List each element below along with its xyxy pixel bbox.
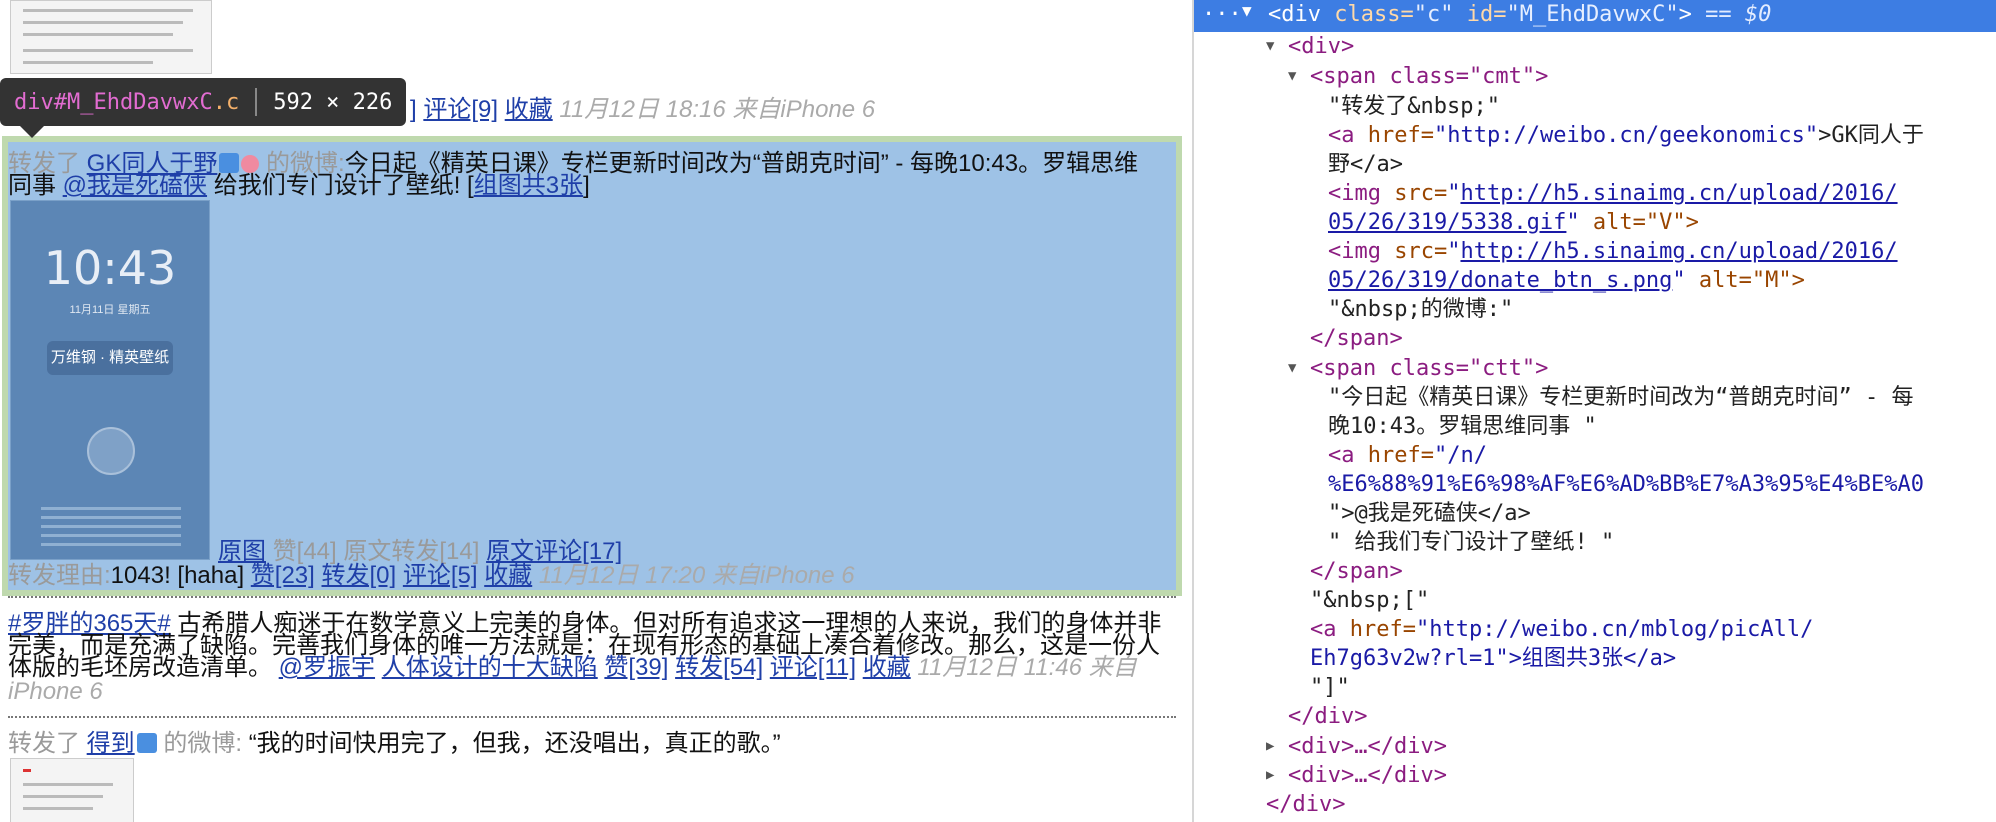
favorite-link[interactable]: 收藏	[484, 562, 532, 589]
post2-time-line: iPhone 6	[8, 678, 103, 706]
forward-prefix: 转发了	[8, 730, 80, 757]
dt-span-cmt[interactable]: <span class="cmt">	[1310, 62, 1548, 91]
tooltip-separator	[255, 88, 258, 116]
likes-count: 赞[44]	[272, 538, 337, 565]
user-link[interactable]: 得到	[87, 730, 135, 757]
dt-a-user-cont: 野</a>	[1328, 152, 1403, 177]
post-time: 11月12日 18:16 来自iPhone 6	[559, 96, 876, 123]
lock-text-lines	[41, 501, 181, 552]
dt-a-mention-cont: %E6%88%91%E6%98%AF%E6%AD%BB%E7%A3%95%E4%…	[1328, 472, 1925, 497]
verified-v-icon	[219, 153, 240, 173]
like-link[interactable]: 赞[23]	[251, 562, 315, 589]
post3-line1: 转发了 得到 的微博: “我的时间快用完了，但我，还没唱出，真正的歌。”	[8, 730, 781, 758]
post1-line2: 同事 @我是死磕侠 给我们专门设计了壁纸! [组图共3张]	[8, 172, 590, 200]
tooltip-tag: div	[14, 89, 54, 115]
devtools-elements-panel: ··· ▼ <div class="c" id="M_EhdDavwxC"> =…	[1192, 0, 1996, 822]
dt-div-collapsed-2[interactable]: <div>…</div>	[1288, 761, 1447, 790]
like-link[interactable]: 赞[39]	[604, 654, 668, 681]
dt-ctt-text3[interactable]: " 给我们专门设计了壁纸! "	[1328, 528, 1614, 557]
dt-div-close2[interactable]: </div>	[1266, 790, 1345, 819]
forward-link-partial[interactable]: ]	[410, 96, 417, 123]
dt-text-weibo[interactable]: "&nbsp;的微博:"	[1328, 295, 1513, 324]
selected-node-text: <div class="c" id="M_EhdDavwxC"> == $0	[1268, 2, 1772, 27]
post2-text-line3: 体版的毛坯房改造清单。	[8, 654, 272, 681]
favorite-link[interactable]: 收藏	[863, 654, 911, 681]
expand-triangle-icon[interactable]: ▼	[1242, 1, 1252, 20]
post3-image[interactable]	[10, 758, 134, 822]
expand-triangle-icon[interactable]: ▼	[1266, 38, 1274, 54]
post3-text: “我的时间快用完了，但我，还没唱出，真正的歌。”	[248, 730, 781, 757]
lock-date: 11月11日 星期五	[69, 304, 151, 316]
comment-link[interactable]: 评论[9]	[423, 96, 498, 123]
collapsed-triangle-icon[interactable]: ▶	[1266, 738, 1274, 754]
favorite-link[interactable]: 收藏	[505, 96, 553, 123]
dt-a-mention-text: ">@我是死磕侠</a>	[1328, 501, 1531, 526]
user-suffix: 的微博:	[163, 730, 243, 757]
dt-a-mention[interactable]: <a href="/n/	[1328, 441, 1487, 470]
dt-span-close[interactable]: </span>	[1310, 324, 1403, 353]
orig-forward-count: 原文转发[14]	[343, 538, 480, 565]
dt-a-album-cont: Eh7g63v2w?rl=1">组图共3张</a>	[1310, 646, 1677, 671]
original-pic-link[interactable]: 原图	[218, 538, 266, 565]
forward-link[interactable]: 转发[54]	[675, 654, 763, 681]
post1-text-line2a: 同事	[8, 172, 56, 199]
top-action-row: ] 评论[9] 收藏 11月12日 18:16 来自iPhone 6	[410, 96, 875, 124]
dt-div-open[interactable]: <div>	[1288, 32, 1354, 61]
dt-a-album[interactable]: <a href="http://weibo.cn/mblog/picAll/	[1310, 615, 1813, 644]
dt-img2[interactable]: <img src="http://h5.sinaimg.cn/upload/20…	[1328, 237, 1898, 266]
dt-img2-cont: 05/26/319/donate_btn_s.png" alt="M">	[1328, 268, 1805, 293]
orig-comment-link[interactable]: 原文评论[17]	[486, 538, 622, 565]
dt-img1[interactable]: <img src="http://h5.sinaimg.cn/upload/20…	[1328, 179, 1898, 208]
article-thumbnail[interactable]	[10, 0, 212, 74]
dt-a-user[interactable]: <a href="http://weibo.cn/geekonomics">GK…	[1328, 121, 1924, 150]
dt-img1-cont: 05/26/319/5338.gif" alt="V">	[1328, 210, 1699, 235]
dt-text-nbsp[interactable]: "&nbsp;["	[1310, 586, 1429, 615]
article-link[interactable]: 人体设计的十大缺陷	[382, 654, 598, 681]
dt-span-ctt[interactable]: <span class="ctt">	[1310, 354, 1548, 383]
dt-div-collapsed-1[interactable]: <div>…</div>	[1288, 732, 1447, 761]
album-close: ]	[583, 172, 590, 199]
post1-text-line2b: 给我们专门设计了壁纸! [	[213, 172, 474, 199]
post1-reason-row: 转发理由:1043! [haha] 赞[23] 转发[0] 评论[5] 收藏 1…	[8, 562, 855, 590]
mention-link[interactable]: @罗振宇	[279, 654, 375, 681]
weibo-page: ] 评论[9] 收藏 11月12日 18:16 来自iPhone 6 转发了 G…	[0, 0, 1190, 822]
lock-time: 10:43	[43, 241, 177, 295]
logo-icon	[87, 427, 135, 475]
divider	[8, 596, 1176, 598]
post-time: 11月12日 17:20 来自iPhone 6	[538, 562, 855, 589]
forward-link[interactable]: 转发[0]	[322, 562, 397, 589]
tooltip-class: .c	[212, 89, 240, 115]
collapsed-triangle-icon[interactable]: ▶	[1266, 767, 1274, 783]
selected-node-row[interactable]: ··· ▼ <div class="c" id="M_EhdDavwxC"> =…	[1194, 0, 1996, 32]
expand-triangle-icon[interactable]: ▼	[1288, 360, 1296, 376]
reason-text: 1043! [haha]	[110, 562, 245, 589]
verified-v-icon	[136, 733, 157, 753]
inspector-tooltip: div #M_EhdDavwxC .c 592 × 226	[0, 78, 407, 138]
tooltip-id: #M_EhdDavwxC	[53, 89, 213, 115]
post-source: iPhone 6	[8, 678, 103, 705]
post2-line3: 体版的毛坯房改造清单。 @罗振宇 人体设计的十大缺陷 赞[39] 转发[54] …	[8, 654, 1137, 682]
dt-text-forward[interactable]: "转发了&nbsp;"	[1328, 92, 1500, 121]
mention-link[interactable]: @我是死磕侠	[63, 172, 207, 199]
node-actions-icon[interactable]: ···	[1202, 2, 1242, 27]
tooltip-size: 592 × 226	[273, 89, 393, 115]
reason-label: 转发理由:	[8, 562, 111, 589]
dt-ctt-text2: 晚10:43。罗辑思维同事 "	[1328, 414, 1597, 439]
album-link[interactable]: 组图共3张	[474, 172, 583, 199]
comment-link[interactable]: 评论[5]	[403, 562, 478, 589]
member-m-icon	[241, 155, 260, 173]
expand-triangle-icon[interactable]: ▼	[1288, 68, 1296, 84]
dt-div-close[interactable]: </div>	[1288, 702, 1367, 731]
comment-link[interactable]: 评论[11]	[770, 654, 856, 681]
dt-ctt-text1[interactable]: "今日起《精英日课》专栏更新时间改为“普朗克时间” - 每	[1328, 383, 1913, 412]
post-time: 11月12日 11:46 来自	[917, 654, 1137, 681]
post-image-lockscreen[interactable]: 10:43 11月11日 星期五 万维钢 · 精英壁纸	[10, 200, 210, 560]
dt-text-close-bracket[interactable]: "]"	[1310, 673, 1350, 702]
divider	[8, 716, 1176, 718]
dt-span-close2[interactable]: </span>	[1310, 557, 1403, 586]
lock-pill: 万维钢 · 精英壁纸	[47, 341, 173, 375]
